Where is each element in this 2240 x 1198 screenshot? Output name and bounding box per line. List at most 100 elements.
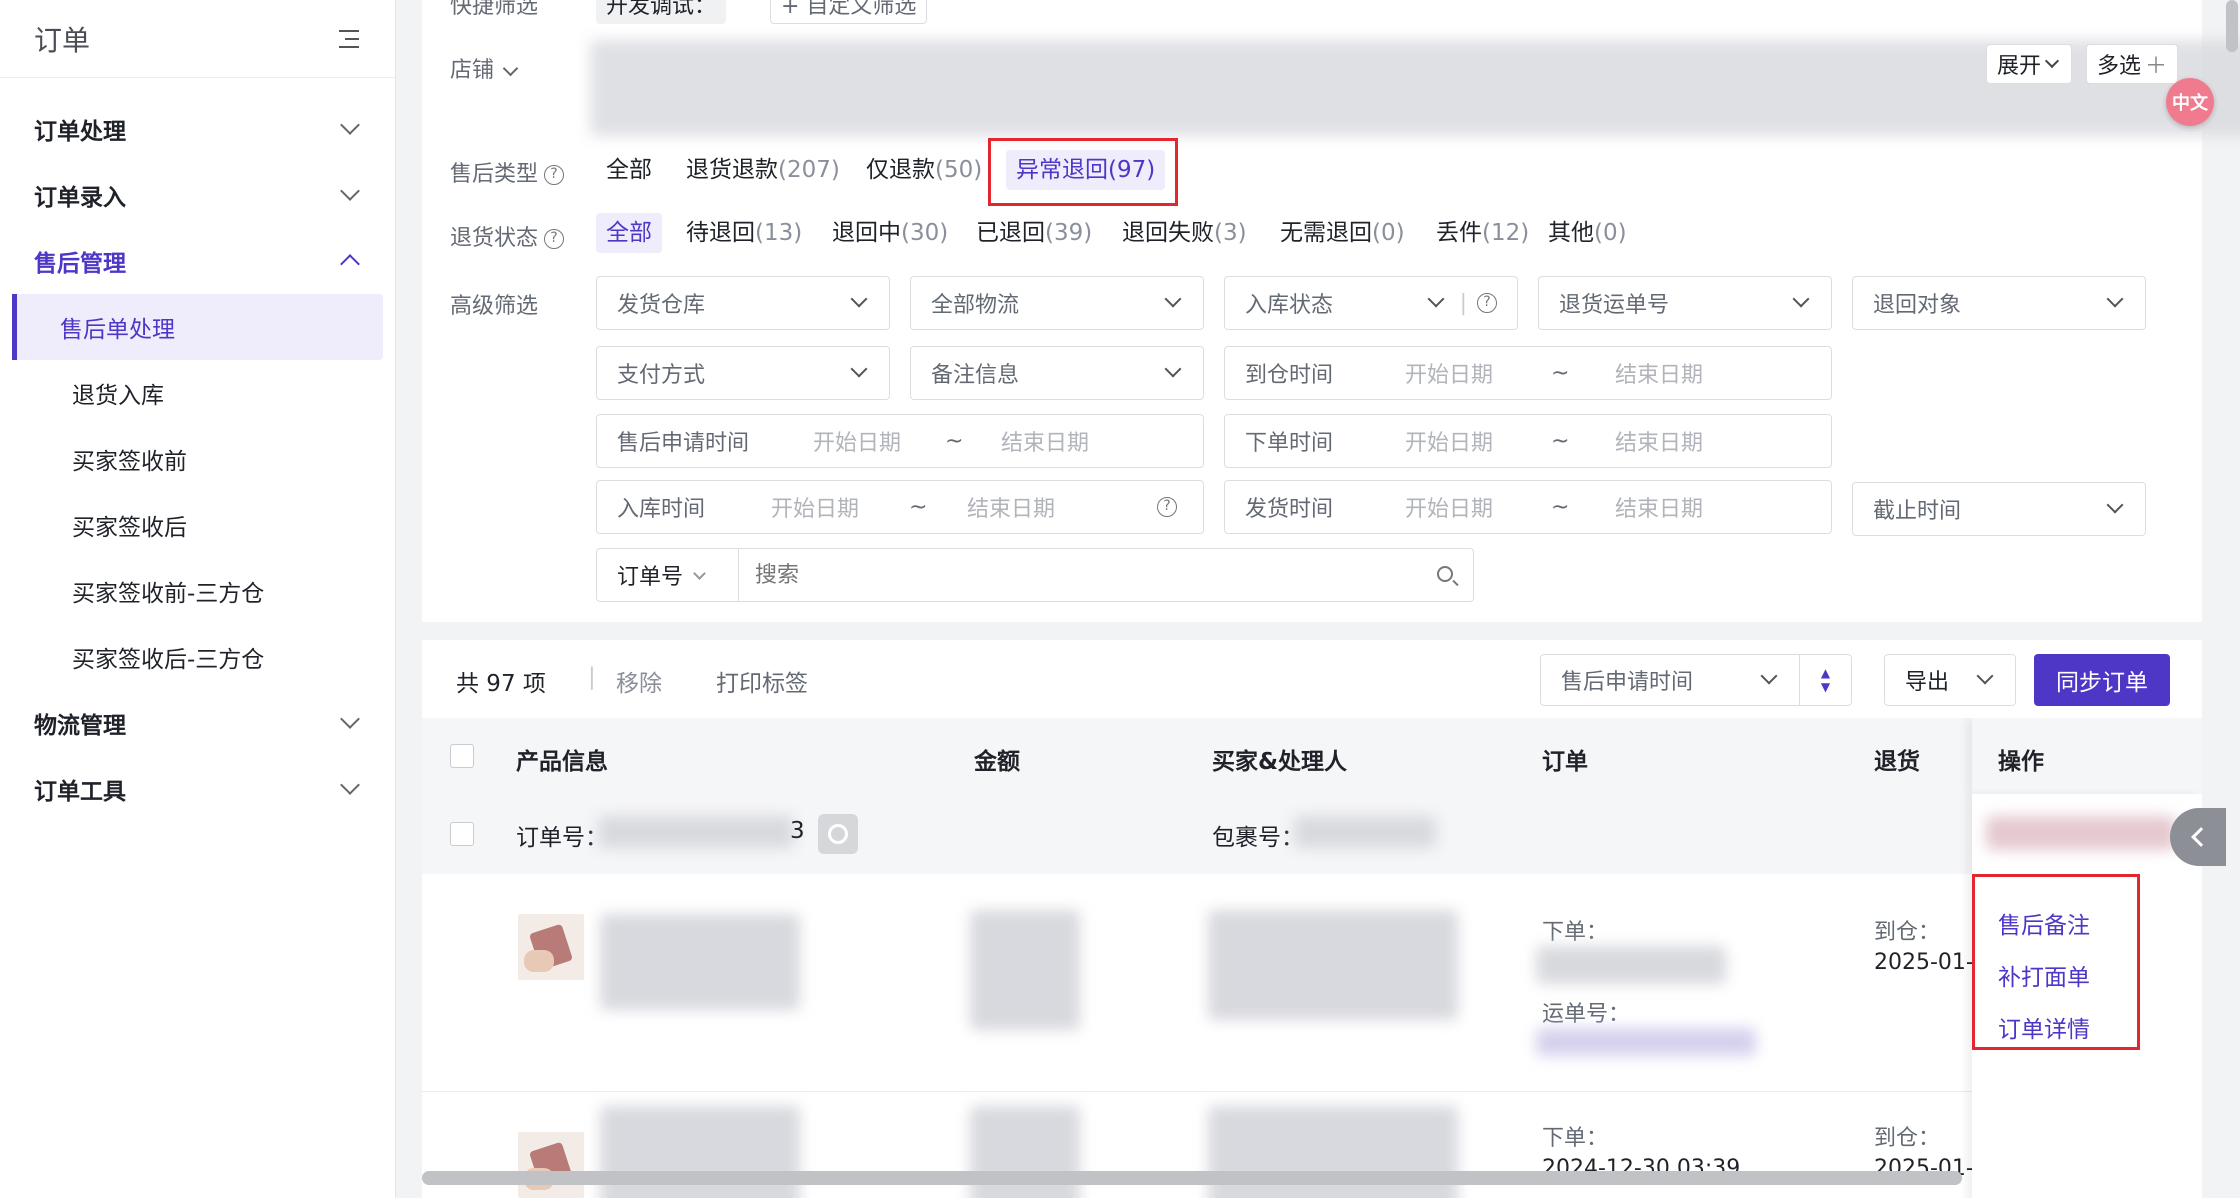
deadline-select[interactable]: 截止时间 — [1852, 482, 2146, 536]
amount-blurred — [970, 910, 1080, 1030]
sidebar-group-label: 物流管理 — [34, 713, 126, 739]
return-status-label: 退货状态? — [450, 220, 565, 252]
table-toolbar: 共 97 项 | 移除 打印标签 售后申请时间 ▲ ▼ 导出 同步订单 — [422, 640, 2202, 718]
help-icon: ? — [1477, 293, 1497, 313]
return-status-failed[interactable]: 退回失败(3) — [1112, 213, 1257, 253]
ops-header: 操作 — [1972, 718, 2202, 794]
stock-in-time-range[interactable]: 入库时间 开始日期 ~ 结束日期 ? — [596, 480, 1204, 534]
sort-order-icon[interactable]: ▲ ▼ — [1799, 655, 1851, 705]
remark-select[interactable]: 备注信息 — [910, 346, 1204, 400]
aftersale-type-return-refund[interactable]: 退货退款(207) — [676, 150, 850, 190]
product-image[interactable] — [518, 914, 584, 980]
order-detail-link[interactable]: 订单详情 — [1998, 1010, 2090, 1044]
product-info-blurred — [600, 914, 800, 1010]
sidebar-group-order-tools[interactable]: 订单工具 — [0, 756, 395, 822]
row-checkbox[interactable] — [450, 822, 474, 846]
sidebar-group-label: 售后管理 — [34, 251, 126, 277]
print-label-button[interactable]: 打印标签 — [716, 664, 808, 698]
quick-filter-chip[interactable]: 开发调试： — [596, 0, 727, 24]
logistics-select[interactable]: 全部物流 — [910, 276, 1204, 330]
col-amount: 金额 — [974, 749, 1020, 775]
stock-status-select[interactable]: 入库状态 |? — [1224, 276, 1518, 330]
vertical-scrollbar[interactable] — [2226, 0, 2238, 52]
sidebar-item-after-sign[interactable]: 买家签收后 — [12, 492, 383, 558]
return-status-returning[interactable]: 退回中(30) — [822, 213, 958, 253]
custom-filter-button[interactable]: + 自定义筛选 — [770, 0, 928, 24]
help-icon: ? — [544, 165, 565, 185]
col-ops: 操作 — [1998, 749, 2044, 775]
sidebar-item-before-sign-3pl[interactable]: 买家签收前-三方仓 — [12, 558, 383, 624]
quick-filter-label: 快捷筛选 — [450, 0, 539, 19]
buyer-blurred — [1208, 910, 1458, 1020]
sidebar-item-before-sign[interactable]: 买家签收前 — [12, 426, 383, 492]
order-time-label: 下单： — [1542, 920, 1609, 945]
return-waybill-select[interactable]: 退货运单号 — [1538, 276, 1832, 330]
aftersale-type-all[interactable]: 全部 — [596, 150, 662, 190]
aftersale-remark-link[interactable]: 售后备注 — [1998, 906, 2090, 940]
order-search: 订单号 — [596, 548, 1474, 602]
export-dropdown[interactable]: 导出 — [1884, 654, 2016, 706]
total-count: 共 97 项 — [456, 671, 546, 697]
package-no-label: 包裹号： — [1212, 825, 1304, 851]
chevron-down-icon — [340, 181, 360, 201]
return-status-other[interactable]: 其他(0) — [1538, 213, 1637, 253]
order-group-row: 订单号： 3 包裹号： — [422, 794, 2202, 874]
return-status-returned[interactable]: 已退回(39) — [966, 213, 1102, 253]
sidebar-group-label: 订单处理 — [34, 119, 126, 145]
sidebar-item-label: 买家签收后-三方仓 — [72, 647, 265, 673]
search-input[interactable] — [739, 549, 1429, 601]
sort-field-select[interactable]: 售后申请时间 ▲ ▼ — [1540, 654, 1852, 706]
sidebar-item-aftersale-orders[interactable]: 售后单处理 — [12, 294, 383, 360]
customer-service-icon[interactable] — [818, 814, 858, 854]
order-no-label: 订单号： — [516, 825, 608, 851]
order-time-label: 下单： — [1542, 1126, 1609, 1151]
col-return: 退货 — [1874, 749, 1920, 775]
col-order: 订单 — [1542, 749, 1588, 775]
warehouse-select[interactable]: 发货仓库 — [596, 276, 890, 330]
return-status-all[interactable]: 全部 — [596, 213, 662, 253]
order-time-blurred — [1536, 946, 1726, 984]
search-icon[interactable] — [1429, 549, 1473, 601]
waybill-label: 运单号： — [1542, 1002, 1631, 1027]
translate-avatar[interactable]: 中文 — [2166, 78, 2214, 126]
aftersale-type-refund-only[interactable]: 仅退款(50) — [856, 150, 992, 190]
expand-button[interactable]: 展开 — [1986, 44, 2073, 84]
sidebar-group-order-process[interactable]: 订单处理 — [0, 96, 395, 162]
sidebar-item-label: 退货入库 — [72, 383, 164, 409]
payment-select[interactable]: 支付方式 — [596, 346, 890, 400]
return-status-no-need[interactable]: 无需退回(0) — [1270, 213, 1415, 253]
sidebar-group-order-entry[interactable]: 订单录入 — [0, 162, 395, 228]
divider: | — [588, 664, 596, 690]
collapse-ops-button[interactable] — [2170, 808, 2226, 866]
highlight-box — [988, 138, 1178, 206]
select-all-checkbox[interactable] — [450, 744, 474, 768]
sidebar-group-label: 订单工具 — [34, 779, 126, 805]
collapse-menu-icon[interactable] — [335, 28, 361, 50]
ship-time-range[interactable]: 发货时间 开始日期 ~ 结束日期 — [1224, 480, 1832, 534]
waybill-blurred[interactable] — [1536, 1028, 1756, 1056]
arrival-label: 到仓： — [1874, 920, 1941, 945]
remove-button[interactable]: 移除 — [616, 664, 662, 698]
return-status-pending[interactable]: 待退回(13) — [676, 213, 812, 253]
order-time-range[interactable]: 下单时间 开始日期 ~ 结束日期 — [1224, 414, 1832, 468]
aftersale-apply-time-range[interactable]: 售后申请时间 开始日期 ~ 结束日期 — [596, 414, 1204, 468]
horizontal-scrollbar[interactable] — [422, 1171, 1962, 1185]
return-status-lost[interactable]: 丢件(12) — [1426, 213, 1539, 253]
reprint-label-link[interactable]: 补打面单 — [1998, 958, 2090, 992]
sidebar-item-after-sign-3pl[interactable]: 买家签收后-三方仓 — [12, 624, 383, 690]
product-image[interactable] — [518, 1132, 584, 1198]
return-target-select[interactable]: 退回对象 — [1852, 276, 2146, 330]
chevron-down-icon — [340, 115, 360, 135]
multi-select-button[interactable]: 多选＋ — [2086, 44, 2179, 84]
aftersale-table: 产品信息 金额 买家&处理人 订单 退货 订单号： 3 包裹号： 下单： 运单号… — [422, 718, 2202, 1198]
filter-panel: 快捷筛选 开发调试： + 自定义筛选 店铺 展开 多选＋ 售后类型? 全部 退货… — [422, 0, 2240, 622]
sync-orders-button[interactable]: 同步订单 — [2034, 654, 2170, 706]
sidebar-group-logistics[interactable]: 物流管理 — [0, 690, 395, 756]
chevron-left-icon — [2191, 827, 2211, 847]
shop-label[interactable]: 店铺 — [450, 52, 520, 84]
sidebar-group-aftersale[interactable]: 售后管理 — [0, 228, 395, 294]
ops-column: 售后备注 补打面单 订单详情 — [1972, 794, 2202, 1198]
sidebar-item-return-stock[interactable]: 退货入库 — [12, 360, 383, 426]
arrival-time-range[interactable]: 到仓时间 开始日期 ~ 结束日期 — [1224, 346, 1832, 400]
order-no-select[interactable]: 订单号 — [597, 549, 739, 601]
